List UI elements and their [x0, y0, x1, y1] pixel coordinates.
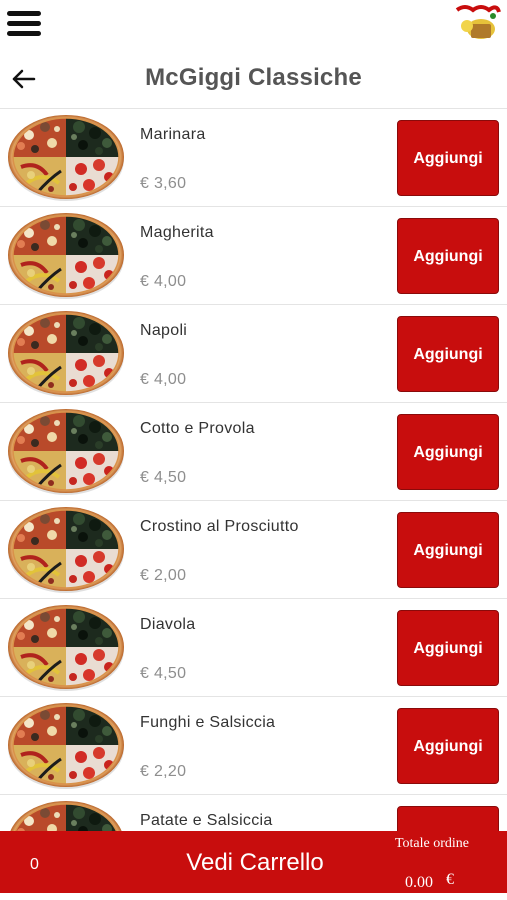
add-to-cart-button[interactable]: Aggiungi: [397, 512, 499, 588]
product-list[interactable]: Marinara € 3,60 Aggiungi Magherita € 4,0…: [0, 109, 507, 831]
order-total-value: 0.00: [405, 874, 433, 891]
item-name: Cotto e Provola: [140, 420, 255, 437]
list-item: Magherita € 4,00 Aggiungi: [0, 207, 507, 305]
pizza-photo: [7, 799, 125, 831]
list-item: Cotto e Provola € 4,50 Aggiungi: [0, 403, 507, 501]
item-name: Diavola: [140, 616, 196, 633]
view-cart-button[interactable]: Vedi Carrello: [150, 831, 360, 893]
item-name: Funghi e Salsiccia: [140, 714, 276, 731]
pizza-photo: [7, 603, 125, 691]
item-price: € 3,60: [140, 175, 187, 192]
hamburger-menu-icon[interactable]: [7, 9, 43, 37]
item-name: Magherita: [140, 224, 214, 241]
item-name: Patate e Salsiccia: [140, 812, 273, 829]
item-price: € 4,00: [140, 371, 187, 388]
pizza-photo: [7, 407, 125, 495]
list-item: Patate e Salsiccia: [0, 795, 507, 831]
list-item: Marinara € 3,60 Aggiungi: [0, 109, 507, 207]
add-to-cart-button[interactable]: Aggiungi: [397, 120, 499, 196]
add-to-cart-button[interactable]: [397, 806, 499, 831]
pizza-photo: [7, 113, 125, 201]
top-bar: [0, 0, 507, 48]
list-item: Napoli € 4,00 Aggiungi: [0, 305, 507, 403]
item-price: € 2,20: [140, 763, 187, 780]
page-title: McGiggi Classiche: [145, 64, 362, 91]
cart-footer: 0 Vedi Carrello Totale ordine 0.00 €: [0, 831, 507, 893]
item-price: € 4,50: [140, 665, 187, 682]
order-total-label: Totale ordine: [394, 836, 469, 851]
pizza-photo: [7, 309, 125, 397]
add-to-cart-button[interactable]: Aggiungi: [397, 708, 499, 784]
list-item: Diavola € 4,50 Aggiungi: [0, 599, 507, 697]
list-item: Funghi e Salsiccia € 2,20 Aggiungi: [0, 697, 507, 795]
item-name: Crostino al Prosciutto: [140, 518, 299, 535]
item-price: € 4,50: [140, 469, 187, 486]
list-item: Crostino al Prosciutto € 2,00 Aggiungi: [0, 501, 507, 599]
item-price: € 4,00: [140, 273, 187, 290]
item-name: Napoli: [140, 322, 188, 339]
screen: McGiggi Classiche Marinara € 3,60 Aggiun…: [0, 0, 507, 900]
item-name: Marinara: [140, 126, 206, 143]
add-to-cart-button[interactable]: Aggiungi: [397, 218, 499, 294]
restaurant-logo-icon: [455, 2, 501, 42]
pizza-photo: [7, 505, 125, 593]
add-to-cart-button[interactable]: Aggiungi: [397, 414, 499, 490]
item-price: € 2,00: [140, 567, 187, 584]
currency-symbol: €: [446, 871, 454, 888]
pizza-photo: [7, 211, 125, 299]
add-to-cart-button[interactable]: Aggiungi: [397, 610, 499, 686]
page-header: McGiggi Classiche: [0, 48, 507, 109]
add-to-cart-button[interactable]: Aggiungi: [397, 316, 499, 392]
pizza-photo: [7, 701, 125, 789]
cart-item-count: 0: [30, 856, 39, 873]
